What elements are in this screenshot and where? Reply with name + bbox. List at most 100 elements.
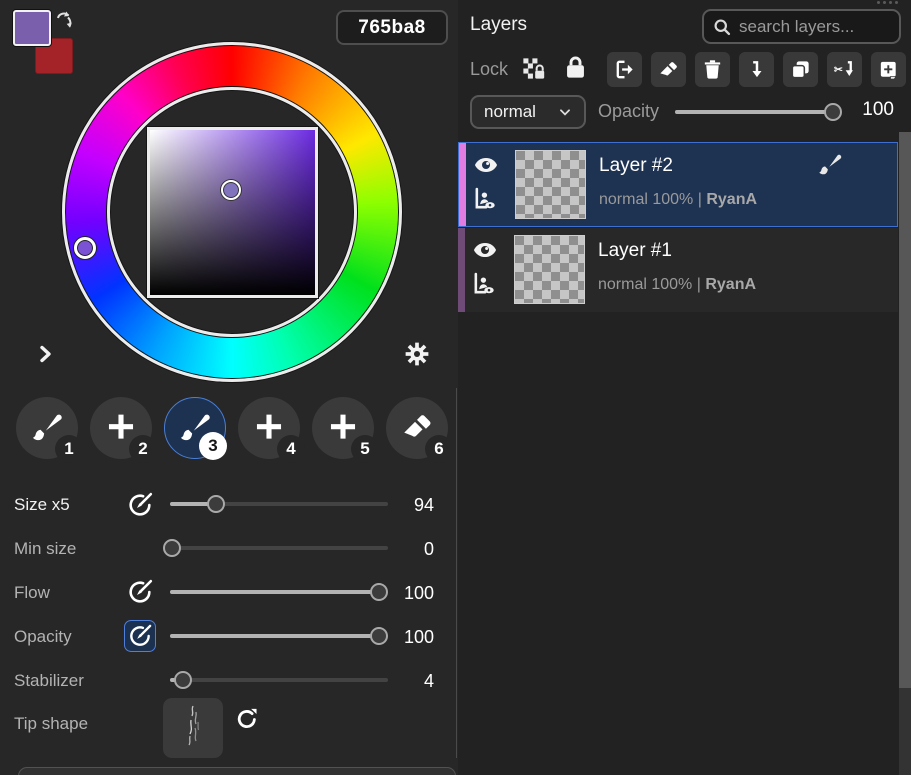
- brush-slot-1[interactable]: 1: [16, 397, 78, 459]
- brush-slot-5[interactable]: 5: [312, 397, 374, 459]
- slot-number-badge: 1: [55, 435, 83, 463]
- search-icon: [712, 17, 732, 37]
- merge-export-icon: [613, 58, 636, 81]
- layers-panel-title: Layers: [470, 14, 527, 36]
- layer-opacity-slider[interactable]: [675, 110, 833, 114]
- flow-label: Flow: [14, 583, 50, 603]
- slot-number-badge: 2: [129, 435, 157, 463]
- tip-shape-preview[interactable]: [163, 698, 223, 758]
- size-slider[interactable]: [170, 502, 388, 506]
- svg-text:✂: ✂: [834, 64, 843, 76]
- merge-export-button[interactable]: [607, 52, 642, 87]
- opacity-label: Opacity: [14, 627, 72, 647]
- scrollbar-thumb[interactable]: [899, 132, 911, 688]
- layer-search-box[interactable]: [702, 9, 901, 44]
- delete-layer-button[interactable]: [695, 52, 730, 87]
- primary-color-swatch[interactable]: [13, 10, 51, 46]
- slider-handle[interactable]: [370, 583, 388, 601]
- chevron-down-icon: [558, 105, 572, 119]
- merge-down-icon: [745, 58, 768, 81]
- flow-slider[interactable]: [170, 590, 388, 594]
- lock-icon[interactable]: [562, 54, 589, 81]
- trash-icon: [701, 58, 724, 81]
- hex-color-field[interactable]: 765ba8: [336, 10, 448, 45]
- blend-mode-value: normal: [484, 102, 536, 122]
- layer-name[interactable]: Layer #2: [599, 155, 673, 177]
- merge-down-button[interactable]: [739, 52, 774, 87]
- tip-texture: [163, 698, 223, 758]
- visibility-eye-icon[interactable]: [473, 152, 499, 178]
- swap-colors-icon[interactable]: [53, 8, 77, 32]
- slider-fill: [170, 590, 379, 594]
- isolate-layer-icon[interactable]: [471, 185, 499, 213]
- duplicate-layer-button[interactable]: [783, 52, 818, 87]
- pen-pressure-icon-active[interactable]: [124, 620, 156, 652]
- alpha-lock-icon[interactable]: [520, 55, 547, 82]
- brush-slot-3-selected[interactable]: 3: [164, 397, 226, 459]
- pen-pressure-icon[interactable]: [126, 491, 154, 519]
- expand-chevron-icon[interactable]: [34, 342, 58, 366]
- size-label: Size x5: [14, 495, 70, 515]
- stabilizer-slider[interactable]: [170, 678, 388, 682]
- duplicate-icon: [789, 58, 812, 81]
- layer-thumbnail[interactable]: [514, 235, 585, 304]
- saturation-value-square[interactable]: [147, 127, 318, 298]
- add-layer-icon: [877, 58, 900, 81]
- min-size-value: 0: [392, 539, 434, 560]
- slider-fill: [675, 110, 833, 114]
- layer-name[interactable]: Layer #1: [598, 240, 672, 262]
- user-color-stripe: [459, 143, 466, 226]
- stabilizer-label: Stabilizer: [14, 671, 84, 691]
- layer-row-layer-1[interactable]: Layer #1 normal 100% | RyanA: [458, 228, 898, 312]
- isolate-layer-icon[interactable]: [470, 270, 498, 298]
- slider-fill: [170, 634, 379, 638]
- cut-merge-icon: ✂: [833, 58, 856, 81]
- slot-number-badge: 4: [277, 435, 305, 463]
- opacity-value: 100: [392, 627, 434, 648]
- visibility-eye-icon[interactable]: [472, 237, 498, 263]
- layer-opacity-value: 100: [846, 99, 894, 121]
- layer-author: RyanA: [705, 276, 756, 293]
- brush-slot-2[interactable]: 2: [90, 397, 152, 459]
- brush-slot-4[interactable]: 4: [238, 397, 300, 459]
- active-brush-icon: [817, 151, 843, 177]
- flow-value: 100: [392, 583, 434, 604]
- layer-row-layer-2[interactable]: Layer #2 normal 100% | RyanA: [458, 142, 898, 227]
- slider-handle[interactable]: [370, 627, 388, 645]
- layer-opacity-label: Opacity: [598, 101, 659, 122]
- slot-number-badge: 3: [199, 432, 227, 460]
- lower-panel-edge: [18, 767, 456, 775]
- layer-info: normal 100% | RyanA: [599, 191, 757, 209]
- brush-slot-6-eraser[interactable]: 6: [386, 397, 448, 459]
- opacity-slider[interactable]: [170, 634, 388, 638]
- pen-pressure-icon[interactable]: [126, 578, 154, 606]
- layer-thumbnail[interactable]: [515, 150, 586, 219]
- layer-list-scrollbar[interactable]: [899, 132, 911, 775]
- slider-handle[interactable]: [207, 495, 225, 513]
- sv-marker[interactable]: [221, 180, 241, 200]
- search-input[interactable]: [739, 17, 879, 37]
- blend-mode-select[interactable]: normal: [470, 95, 586, 129]
- user-color-stripe: [458, 228, 465, 312]
- slider-handle[interactable]: [163, 539, 181, 557]
- slot-number-badge: 5: [351, 435, 379, 463]
- tip-shape-label: Tip shape: [14, 714, 88, 734]
- hue-marker[interactable]: [74, 237, 96, 259]
- eraser-icon: [657, 58, 680, 81]
- panel-divider: [456, 388, 457, 758]
- slider-handle[interactable]: [174, 671, 192, 689]
- cut-merge-button[interactable]: ✂: [827, 52, 862, 87]
- reset-rotation-icon[interactable]: [234, 706, 260, 732]
- lock-label: Lock: [470, 59, 508, 80]
- slider-handle[interactable]: [824, 103, 842, 121]
- min-size-label: Min size: [14, 539, 76, 559]
- brush-color-panel: 765ba8 1 2: [0, 0, 458, 775]
- clear-layer-button[interactable]: [651, 52, 686, 87]
- layer-author: RyanA: [706, 191, 757, 208]
- min-size-slider[interactable]: [170, 546, 388, 550]
- panel-drag-handle-dots: [877, 1, 898, 4]
- add-layer-button[interactable]: [871, 52, 906, 87]
- size-value: 94: [392, 495, 434, 516]
- color-settings-gear-icon[interactable]: [404, 341, 430, 367]
- layers-panel: Layers Lock: [458, 0, 911, 775]
